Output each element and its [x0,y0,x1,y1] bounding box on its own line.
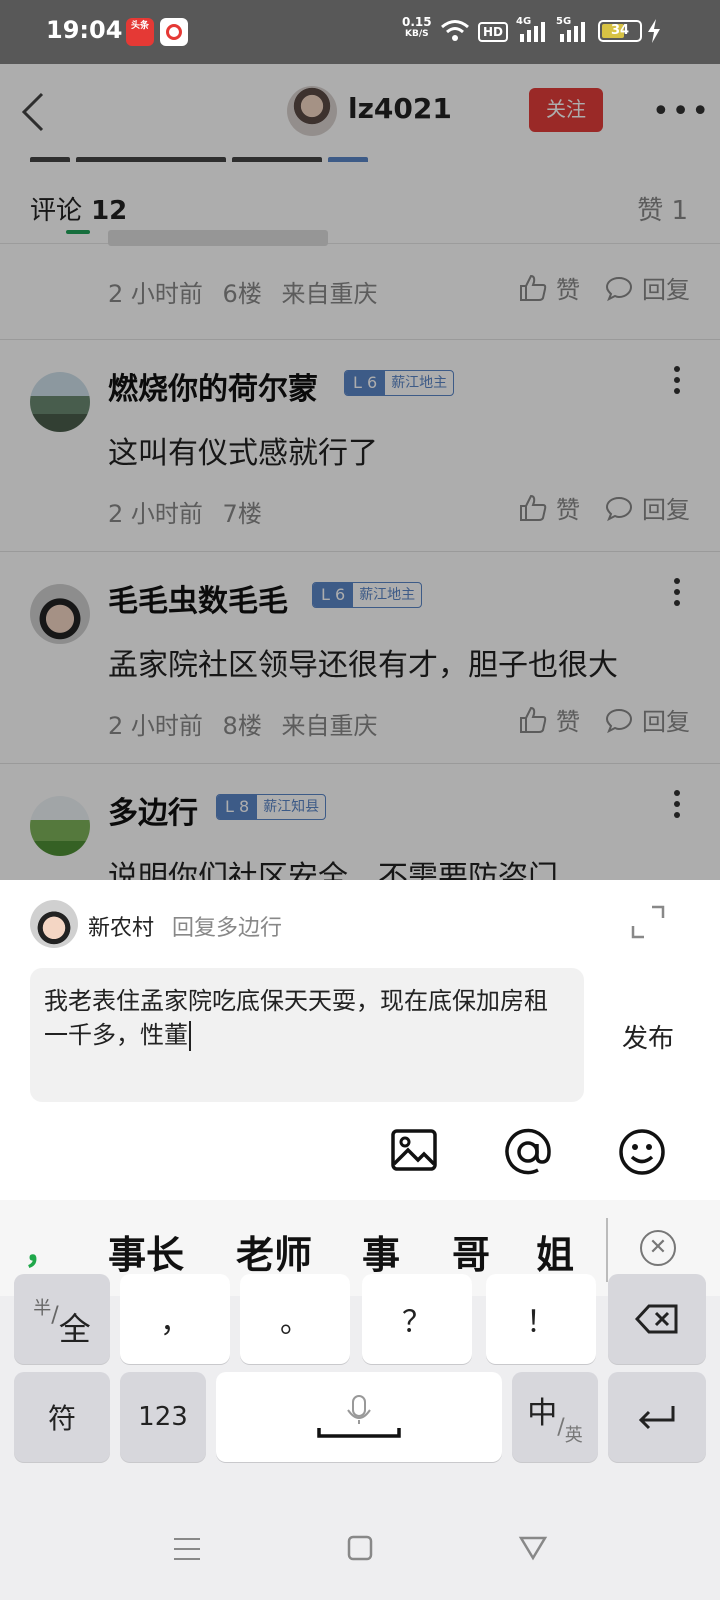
candidate-comma[interactable]: ， [24,1222,60,1274]
video-app-icon [160,18,188,46]
hd-voice-icon: HD [478,22,509,42]
backspace-key[interactable] [608,1274,706,1364]
key-comma[interactable]: ， [120,1274,230,1364]
microphone-icon [317,1395,401,1438]
clear-candidates-icon[interactable]: ✕ [640,1230,676,1266]
back-triangle-icon[interactable] [518,1534,548,1562]
language-chinese-label: 中 [527,1396,558,1431]
key-period[interactable]: 。 [240,1274,350,1364]
key-question[interactable]: ？ [362,1274,472,1364]
my-avatar [30,900,78,948]
network-speed-value: 0.15 [402,15,432,29]
candidate-divider [606,1218,608,1282]
battery-level: 34 [610,23,630,38]
reply-input-text: 我老表住孟家院吃底保天天耍，现在底保加房租一千多，性董 [44,987,548,1049]
system-nav-bar [0,1498,720,1600]
wifi-icon [441,20,469,41]
home-icon[interactable] [346,1534,374,1562]
reply-input[interactable]: 我老表住孟家院吃底保天天耍，现在底保加房租一千多，性董 [30,968,584,1102]
battery-icon: 34 [598,20,642,42]
status-time: 19:04 [46,16,123,44]
status-bar: 19:04 头条 0.15 KB/S HD 4G 5G 34 [0,0,720,64]
half-full-width-key[interactable]: 半 / 全 [14,1274,110,1364]
candidate-word[interactable]: 姐 [536,1224,574,1279]
image-icon[interactable] [390,1128,438,1172]
publish-button[interactable]: 发布 [622,1018,674,1055]
signal-4g-label: 4G [516,16,532,27]
candidate-word[interactable]: 哥 [452,1224,490,1279]
reply-sheet: 新农村 回复多边行 我老表住孟家院吃底保天天耍，现在底保加房租一千多，性董 发布 [0,880,720,1200]
my-username: 新农村 [88,916,155,941]
signal-4g-icon: 4G [516,16,550,44]
text-cursor [189,1021,191,1051]
candidate-word[interactable]: 事 [362,1224,400,1279]
signal-5g-label: 5G [556,16,572,27]
symbols-key[interactable]: 符 [14,1372,110,1462]
signal-5g-icon: 5G [556,16,590,44]
emoji-icon[interactable] [618,1128,666,1176]
mention-icon[interactable] [504,1128,552,1176]
toutiao-app-icon: 头条 [126,18,154,46]
language-english-label: 英 [564,1425,583,1446]
space-key[interactable] [216,1372,502,1462]
network-speed: 0.15 KB/S [402,16,432,40]
candidate-word[interactable]: 老师 [236,1224,312,1279]
enter-icon [638,1406,675,1430]
modal-backdrop[interactable] [0,64,720,880]
language-switch-key[interactable]: 中 / 英 [512,1372,598,1462]
network-speed-unit: KB/S [405,29,429,39]
full-width-label: 全 [58,1310,91,1348]
numbers-key[interactable]: 123 [120,1372,206,1462]
expand-icon[interactable] [630,904,666,940]
key-exclaim[interactable]: ！ [486,1274,596,1364]
backspace-icon [635,1304,678,1334]
reply-target: 回复多边行 [172,916,283,941]
half-width-label: 半 [33,1298,52,1319]
charging-icon [648,19,660,43]
menu-icon[interactable] [172,1536,202,1562]
enter-key[interactable] [608,1372,706,1462]
candidate-word[interactable]: 事长 [108,1224,184,1279]
